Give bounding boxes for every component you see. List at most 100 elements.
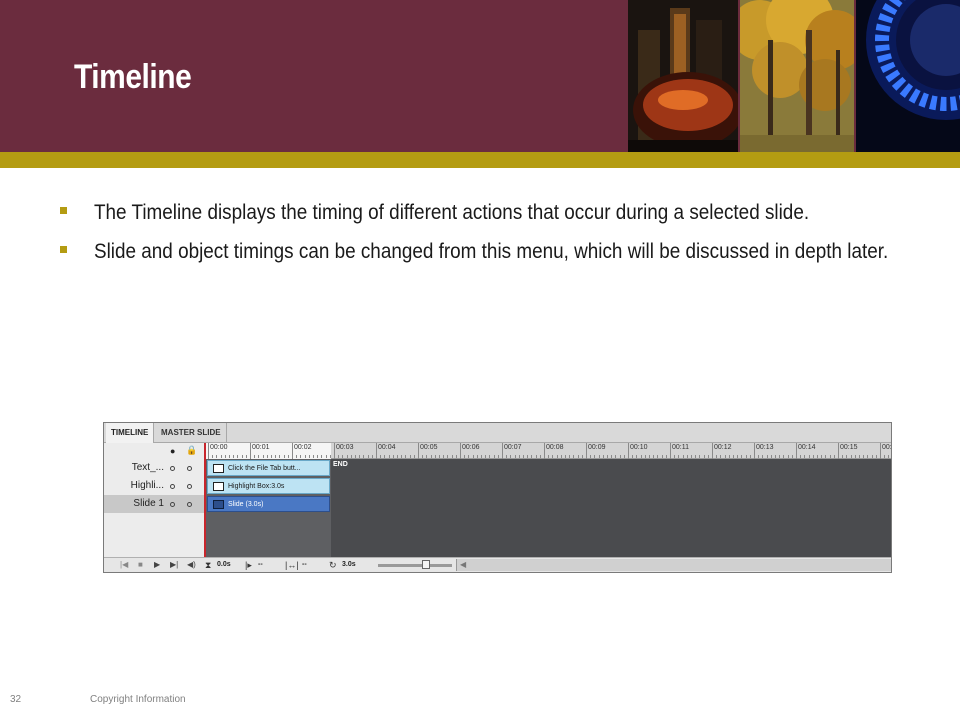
ruler-minor-tick xyxy=(573,455,575,458)
end-marker: END xyxy=(333,461,348,468)
ruler-minor-tick xyxy=(766,455,768,458)
ruler-minor-tick xyxy=(577,455,579,458)
layer-row-text[interactable]: Text_... xyxy=(104,459,204,477)
ruler-tick xyxy=(376,443,377,459)
ruler-minor-tick xyxy=(313,455,314,458)
ruler-minor-tick xyxy=(741,455,743,458)
ruler-minor-tick xyxy=(791,455,793,458)
ruler-minor-tick xyxy=(523,455,524,458)
ruler-minor-tick xyxy=(720,455,722,458)
next-icon[interactable]: ▶| xyxy=(170,560,178,569)
ruler-minor-tick xyxy=(854,455,856,458)
ruler-minor-tick xyxy=(565,455,566,458)
ruler-tick xyxy=(628,443,629,459)
ruler-minor-tick xyxy=(737,455,739,458)
highlight-box-icon xyxy=(213,482,224,491)
ruler-minor-tick xyxy=(472,455,474,458)
in-time[interactable]: -- xyxy=(258,561,263,568)
time-ruler[interactable]: 00:00 00:01 00:02 00:03 00:04 00:05 00:06 00:07… xyxy=(206,443,891,459)
slide-icon xyxy=(213,500,224,509)
visibility-toggle[interactable] xyxy=(170,484,175,489)
out-time[interactable]: -- xyxy=(302,561,307,568)
ruler-minor-tick xyxy=(275,455,277,458)
ruler-minor-tick xyxy=(296,455,298,458)
ruler-tick xyxy=(754,443,755,459)
ruler-label: 00:09 xyxy=(588,444,606,451)
ruler-label: 00:06 xyxy=(462,444,480,451)
horizontal-scrollbar[interactable]: ◀ xyxy=(456,559,891,571)
zoom-slider-knob[interactable] xyxy=(422,560,431,569)
volume-icon[interactable]: ◀) xyxy=(187,560,196,569)
ruler-minor-tick xyxy=(779,455,781,458)
ruler-tick xyxy=(670,443,671,459)
ruler-tick xyxy=(292,443,293,459)
ruler-minor-tick xyxy=(531,455,533,458)
ruler-minor-tick xyxy=(321,455,323,458)
ruler-minor-tick xyxy=(514,455,516,458)
ruler-minor-tick xyxy=(888,455,890,458)
visibility-toggle[interactable] xyxy=(170,502,175,507)
lock-toggle[interactable] xyxy=(187,466,192,471)
page-number: 32 xyxy=(10,694,22,705)
eye-icon[interactable]: ● xyxy=(170,446,175,456)
lock-icon[interactable]: 🔒 xyxy=(186,445,197,456)
ruler-minor-tick xyxy=(804,455,806,458)
start-time[interactable]: 0.0s xyxy=(217,561,231,568)
ruler-minor-tick xyxy=(447,455,449,458)
ruler-minor-tick xyxy=(229,455,230,458)
layer-row-highlight[interactable]: Highli... xyxy=(104,477,204,495)
scroll-left-icon[interactable]: ◀ xyxy=(460,560,466,569)
ruler-minor-tick xyxy=(636,455,638,458)
layer-row-slide[interactable]: Slide 1 xyxy=(104,495,204,513)
ruler-minor-tick xyxy=(527,455,529,458)
bullet-item: The Timeline displays the timing of diff… xyxy=(60,198,920,227)
tab-timeline[interactable]: TIMELINE xyxy=(106,423,155,443)
ruler-minor-tick xyxy=(308,455,310,458)
lock-toggle[interactable] xyxy=(187,502,192,507)
lock-toggle[interactable] xyxy=(187,484,192,489)
timeline-bar-caption[interactable]: Click the File Tab butt... xyxy=(207,460,330,476)
ruler-minor-tick xyxy=(821,455,823,458)
ruler-minor-tick xyxy=(371,455,373,458)
ruler-minor-tick xyxy=(287,455,289,458)
ruler-minor-tick xyxy=(762,455,764,458)
ruler-minor-tick xyxy=(455,455,457,458)
ruler-minor-tick xyxy=(884,455,886,458)
slide-title: Timeline xyxy=(74,58,192,96)
ruler-minor-tick xyxy=(812,455,814,458)
footer-copyright: Copyright Information xyxy=(90,694,186,705)
visibility-toggle[interactable] xyxy=(170,466,175,471)
timeline-bar-highlight[interactable]: Highlight Box:3.0s xyxy=(207,478,330,494)
ruler-minor-tick xyxy=(632,455,634,458)
stop-icon[interactable]: ■ xyxy=(138,560,143,569)
autumn-trees-image xyxy=(740,0,854,152)
playhead[interactable] xyxy=(204,443,206,572)
play-icon[interactable]: ▶ xyxy=(154,560,160,569)
ruler-minor-tick xyxy=(699,455,701,458)
ruler-minor-tick xyxy=(451,455,453,458)
ruler-label: 00:14 xyxy=(798,444,816,451)
bullet-square-icon xyxy=(60,246,67,253)
ruler-minor-tick xyxy=(430,455,432,458)
ruler-minor-tick xyxy=(237,455,239,458)
zoom-slider[interactable] xyxy=(378,564,452,567)
ruler-minor-tick xyxy=(615,455,617,458)
ruler-minor-tick xyxy=(783,455,785,458)
tab-master-slide[interactable]: MASTER SLIDE xyxy=(156,423,227,443)
duration-value[interactable]: 3.0s xyxy=(342,561,356,568)
rewind-icon[interactable]: |◀ xyxy=(120,560,128,569)
ruler-minor-tick xyxy=(497,455,499,458)
ruler-label: 00:04 xyxy=(378,444,396,451)
ruler-minor-tick xyxy=(392,455,394,458)
ruler-tick xyxy=(544,443,545,459)
caption-icon xyxy=(213,464,224,473)
ruler-minor-tick xyxy=(817,455,818,458)
ruler-minor-tick xyxy=(388,455,390,458)
ruler-minor-tick xyxy=(506,455,508,458)
timeline-bar-slide[interactable]: Slide (3.0s) xyxy=(207,496,330,512)
ruler-minor-tick xyxy=(325,455,327,458)
bullet-list: The Timeline displays the timing of diff… xyxy=(60,198,920,276)
ruler-minor-tick xyxy=(733,455,734,458)
header-photo-strip xyxy=(628,0,960,152)
ruler-minor-tick xyxy=(611,455,613,458)
